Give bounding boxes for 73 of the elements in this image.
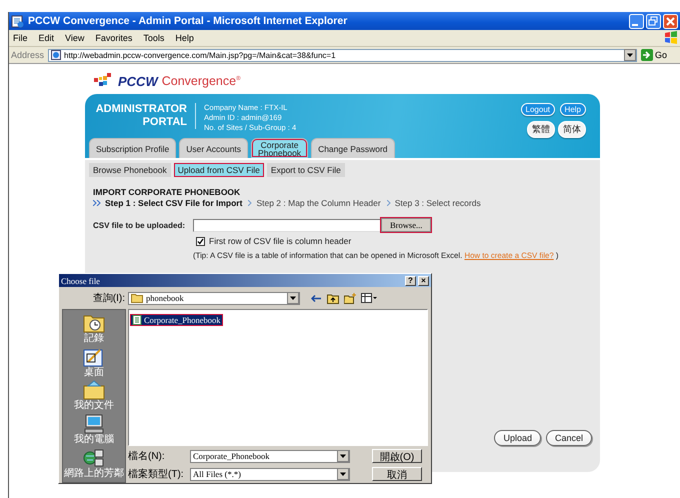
chevron-icon xyxy=(248,200,252,206)
place-label[interactable]: 我的文件 xyxy=(74,400,114,412)
window-title: PCCW Convergence - Admin Portal - Microsoft Internet Explorer xyxy=(28,15,348,27)
menu-item[interactable]: File xyxy=(13,33,28,43)
sub-tab[interactable]: Upload from CSV File xyxy=(174,163,264,177)
action-button[interactable]: Upload xyxy=(494,430,541,446)
wizard-step: Step 1 : Select CSV File for Import xyxy=(105,198,242,208)
file-type-dropdown[interactable]: All Files (*.*) xyxy=(190,468,350,480)
go-button[interactable]: Go xyxy=(641,49,668,61)
open-button[interactable]: 開啟(O) xyxy=(372,449,422,463)
address-label: Address xyxy=(11,50,44,60)
header-button[interactable]: Logout xyxy=(520,103,555,116)
dialog-title: Choose file xyxy=(61,276,101,286)
field-label: 檔案類型(T): xyxy=(128,468,185,481)
double-chevron-icon xyxy=(93,200,101,206)
wizard-step: Step 3 : Select records xyxy=(394,198,481,208)
chevron-icon xyxy=(386,200,391,206)
restore-icon[interactable] xyxy=(646,14,661,28)
place-label[interactable]: 桌面 xyxy=(84,366,104,378)
new-folder-icon[interactable] xyxy=(344,292,356,304)
folder-icon xyxy=(131,293,143,303)
sub-tab[interactable]: Browse Phonebook xyxy=(89,163,171,177)
portal-title: ADMINISTRATOR PORTAL xyxy=(85,103,196,129)
language-button[interactable]: 繁體 xyxy=(527,121,555,138)
menu-item[interactable]: Favorites xyxy=(95,33,132,43)
close-icon[interactable] xyxy=(663,14,678,28)
help-button[interactable]: ? xyxy=(405,276,416,286)
header-button[interactable]: Help xyxy=(560,103,586,116)
page-icon xyxy=(11,14,24,28)
language-button[interactable]: 简体 xyxy=(558,121,586,138)
section-heading: IMPORT CORPORATE PHONEBOOK xyxy=(93,187,242,197)
minimize-icon[interactable] xyxy=(629,14,644,28)
desktop-icon xyxy=(83,346,105,367)
product-name: Convergence$^{®}$ xyxy=(162,74,240,88)
file-path-field[interactable] xyxy=(193,218,381,232)
tab[interactable]: Change Password xyxy=(311,138,395,158)
back-arrow-icon[interactable] xyxy=(311,294,322,302)
csv-document-entry[interactable]: Corporate_Phonebook xyxy=(131,315,222,325)
wizard-step: Step 2 : Map the Column Header xyxy=(256,198,381,208)
folder-dropdown[interactable]: phonebook xyxy=(128,292,300,304)
menu-item[interactable]: Tools xyxy=(143,33,164,43)
address-field[interactable]: http://webadmin.pccw-convergence.com/Main.jsp?pg=/Main&cat=38&func=1 xyxy=(48,48,638,62)
menu-item[interactable]: Edit xyxy=(38,33,54,43)
cancel-button[interactable]: 取消 xyxy=(372,467,422,481)
computer-icon xyxy=(83,414,105,434)
windows-flag-icon xyxy=(664,31,678,45)
menu-item[interactable]: View xyxy=(65,33,84,43)
menu-item[interactable]: Help xyxy=(175,33,194,43)
page-icon xyxy=(51,50,62,60)
history-icon xyxy=(83,313,105,334)
field-label: CSV file to be uploaded: xyxy=(93,220,186,230)
tab[interactable]: Subscription Profile xyxy=(89,138,176,158)
view-menu-icon[interactable] xyxy=(361,293,377,303)
field-label: 檔名(N): xyxy=(128,450,166,463)
brand-name: PCCW xyxy=(118,74,158,88)
action-button[interactable]: Cancel xyxy=(546,430,592,446)
tab[interactable]: User Accounts xyxy=(179,138,248,158)
browse-button[interactable]: Browse... xyxy=(381,218,432,232)
logo-icon xyxy=(94,73,114,89)
document-icon xyxy=(132,315,142,325)
network-icon xyxy=(83,448,105,468)
documents-folder-icon xyxy=(83,380,105,400)
place-label[interactable]: 我的電腦 xyxy=(74,434,114,446)
place-label[interactable]: 記錄 xyxy=(84,333,104,344)
file-name-field[interactable]: Corporate_Phonebook xyxy=(190,450,350,462)
close-button[interactable]: × xyxy=(418,276,429,286)
tab[interactable]: Corporate Phonebook xyxy=(251,138,308,158)
checkbox-label: First row of CSV file is column header xyxy=(209,236,352,246)
place-label[interactable]: 網路上的芳鄰 xyxy=(64,468,124,479)
sub-tab[interactable]: Export to CSV File xyxy=(266,163,345,177)
checkbox[interactable] xyxy=(196,236,205,246)
up-folder-icon[interactable] xyxy=(327,292,339,304)
look-in-label: 查詢(I): xyxy=(92,292,125,305)
